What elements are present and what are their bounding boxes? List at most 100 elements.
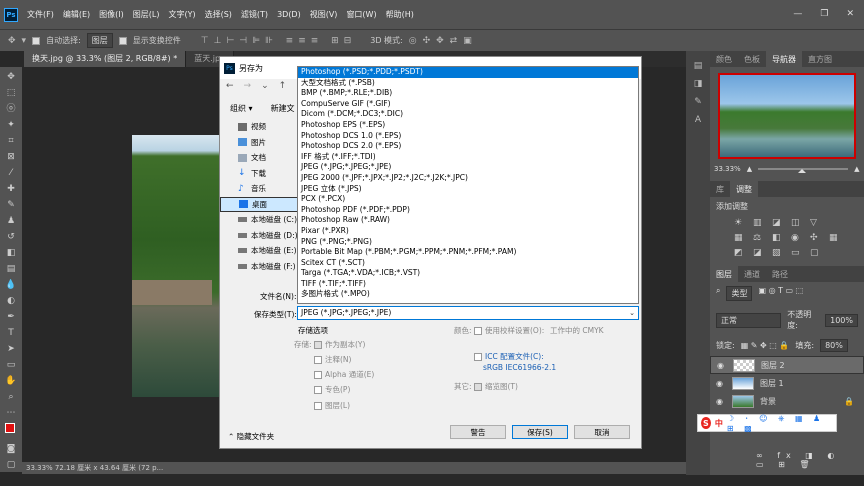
3d-mode-icons[interactable]: ◎✣✥⇄▣: [409, 36, 478, 46]
proof-setup-option[interactable]: 使用校样设置(O):: [474, 325, 544, 336]
file-type-select[interactable]: JPEG (*.JPG;*.JPEG;*.JPE) ⌄: [297, 306, 639, 320]
properties-panel-icon[interactable]: ◨: [694, 79, 703, 89]
menu-image[interactable]: 图像(I): [99, 9, 124, 20]
file-type-option[interactable]: Photoshop DCS 1.0 (*.EPS): [298, 131, 638, 142]
tab-libraries[interactable]: 库: [710, 181, 730, 197]
menu-file[interactable]: 文件(F): [27, 9, 54, 20]
threshold-icon[interactable]: ▧: [772, 248, 786, 258]
brightness-icon[interactable]: ☀: [734, 218, 748, 228]
move-tool-icon[interactable]: ✥: [4, 71, 18, 84]
minimize-icon[interactable]: —: [793, 9, 802, 19]
history-panel-icon[interactable]: ▤: [694, 61, 703, 71]
selective-color-icon[interactable]: ▢: [810, 248, 824, 258]
file-type-option[interactable]: PCX (*.PCX): [298, 194, 638, 205]
eyedropper-icon[interactable]: ⁄: [4, 167, 18, 180]
file-type-option[interactable]: Dicom (*.DCM;*.DC3;*.DIC): [298, 109, 638, 120]
file-type-option[interactable]: PNG (*.PNG;*.PNG): [298, 237, 638, 248]
alpha-checkbox[interactable]: [314, 371, 322, 379]
file-type-option[interactable]: Photoshop DCS 2.0 (*.EPS): [298, 141, 638, 152]
sidebar-item-pictures[interactable]: 图片: [220, 135, 300, 151]
menu-window[interactable]: 窗口(W): [346, 9, 376, 20]
shape-tool-icon[interactable]: ▭: [4, 359, 18, 372]
file-type-option[interactable]: 多图片格式 (*.MPO): [298, 289, 638, 300]
sidebar-item-videos[interactable]: 视频: [220, 119, 300, 135]
auto-select-checkbox[interactable]: [32, 36, 41, 45]
eraser-tool-icon[interactable]: ◧: [4, 247, 18, 260]
marquee-tool-icon[interactable]: ⬚: [4, 87, 18, 100]
layers-option[interactable]: 图层(L): [314, 400, 350, 411]
screen-mode-icon[interactable]: ▢: [4, 459, 18, 472]
filter-icons[interactable]: ▣ ◎ T ▭ ⬚: [758, 286, 803, 301]
zoom-value[interactable]: 33.33%: [714, 165, 741, 173]
ime-tool-icons[interactable]: ☽ ･ ☺ ⎈ ▦ ♟ ⊞ ▩: [727, 413, 836, 433]
curves-icon[interactable]: ◪: [772, 218, 786, 228]
align-icons[interactable]: ⊤⊥⊢⊣⊫⊪ ≡≡≡ ⊞⊟: [201, 36, 356, 46]
sidebar-item-downloads[interactable]: ↓ 下载: [220, 166, 300, 182]
sidebar-item-drive-c[interactable]: 本地磁盘 (C:): [220, 212, 300, 228]
notes-option[interactable]: 注释(N): [314, 354, 351, 365]
menu-type[interactable]: 文字(Y): [168, 9, 195, 20]
path-select-icon[interactable]: ➤: [4, 343, 18, 356]
back-arrow-icon[interactable]: ←: [226, 81, 234, 91]
layer-row[interactable]: ◉ 图层 2: [710, 356, 864, 374]
ime-language[interactable]: 中: [715, 418, 723, 429]
move-tool-icon[interactable]: ✥: [8, 36, 16, 46]
sidebar-item-documents[interactable]: 文档: [220, 150, 300, 166]
thumbnail-checkbox[interactable]: [474, 383, 482, 391]
tab-paths[interactable]: 路径: [766, 266, 794, 282]
file-type-option[interactable]: Photoshop PDF (*.PDF;*.PDP): [298, 205, 638, 216]
file-type-option[interactable]: JPEG (*.JPG;*.JPEG;*.JPE): [298, 162, 638, 173]
zoom-slider[interactable]: [758, 168, 849, 173]
layer-kind-dropdown[interactable]: 类型: [726, 286, 753, 301]
proof-setup-checkbox[interactable]: [474, 327, 482, 335]
spot-checkbox[interactable]: [314, 386, 322, 394]
menu-layer[interactable]: 图层(L): [133, 9, 160, 20]
opacity-input[interactable]: 100%: [825, 313, 858, 327]
tab-navigator[interactable]: 导航器: [766, 51, 802, 67]
as-copy-checkbox[interactable]: [314, 341, 322, 349]
visibility-eye-icon[interactable]: ◉: [717, 361, 727, 370]
file-type-option[interactable]: Photoshop (*.PSD;*.PDD;*.PSDT): [298, 67, 638, 78]
healing-brush-icon[interactable]: ✚: [4, 183, 18, 196]
blend-mode-dropdown[interactable]: 正常: [716, 312, 782, 328]
close-icon[interactable]: ✕: [846, 9, 854, 19]
fill-input[interactable]: 80%: [820, 339, 848, 352]
frame-tool-icon[interactable]: ⊠: [4, 151, 18, 164]
menu-view[interactable]: 视图(V): [310, 9, 338, 20]
file-type-option[interactable]: 大型文档格式 (*.PSB): [298, 78, 638, 89]
cancel-button[interactable]: 取消: [574, 425, 630, 439]
visibility-eye-icon[interactable]: ◉: [716, 379, 726, 388]
maximize-icon[interactable]: ❐: [820, 9, 828, 19]
file-type-option[interactable]: CompuServe GIF (*.GIF): [298, 99, 638, 110]
sidebar-item-drive-e[interactable]: 本地磁盘 (E:): [220, 243, 300, 259]
spot-option[interactable]: 专色(P): [314, 384, 350, 395]
hand-tool-icon[interactable]: ✋: [4, 375, 18, 388]
as-copy-option[interactable]: 作为副本(Y): [314, 339, 365, 350]
more-tools-icon[interactable]: ⋯: [4, 407, 18, 420]
menu-3d[interactable]: 3D(D): [277, 10, 301, 19]
tab-channels[interactable]: 通道: [738, 266, 766, 282]
layer-row[interactable]: ◉ 图层 1: [710, 374, 864, 392]
crop-tool-icon[interactable]: ⌗: [4, 135, 18, 148]
zoom-in-icon[interactable]: ▲: [854, 165, 859, 173]
tab-adjustments[interactable]: 调整: [730, 181, 758, 197]
tab-histogram[interactable]: 直方图: [802, 51, 838, 67]
document-image[interactable]: [132, 135, 219, 397]
color-swatches[interactable]: [4, 423, 19, 440]
brush-tool-icon[interactable]: ✎: [4, 199, 18, 212]
forward-arrow-icon[interactable]: →: [244, 81, 252, 91]
navigator-preview[interactable]: [718, 73, 856, 159]
character-panel-icon[interactable]: A: [695, 115, 701, 125]
menu-help[interactable]: 帮助(H): [386, 9, 414, 20]
color-lookup-icon[interactable]: ▦: [829, 233, 843, 243]
menu-edit[interactable]: 编辑(E): [63, 9, 90, 20]
brush-panel-icon[interactable]: ✎: [694, 97, 702, 107]
icc-option[interactable]: ICC 配置文件(C):: [474, 351, 544, 362]
file-type-option[interactable]: JPEG 立体 (*.JPS): [298, 184, 638, 195]
zoom-out-icon[interactable]: ▲: [747, 165, 752, 173]
visibility-eye-icon[interactable]: ◉: [716, 397, 726, 406]
levels-icon[interactable]: ▥: [753, 218, 767, 228]
color-balance-icon[interactable]: ⚖: [753, 233, 767, 243]
tab-layers[interactable]: 图层: [710, 266, 738, 282]
file-type-option[interactable]: Targa (*.TGA;*.VDA;*.ICB;*.VST): [298, 268, 638, 279]
